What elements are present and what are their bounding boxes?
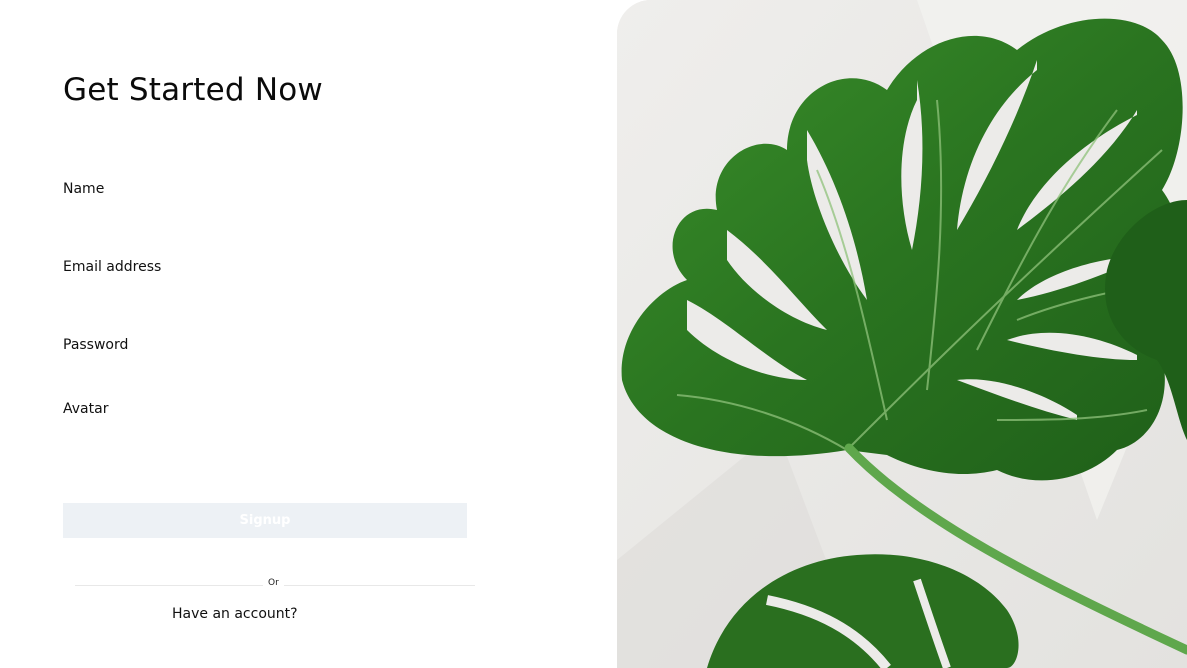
name-label: Name	[63, 181, 105, 197]
monstera-leaf-illustration	[617, 0, 1187, 668]
page-title: Get Started Now	[63, 72, 323, 108]
or-label: Or	[263, 578, 284, 588]
have-account-link[interactable]: Have an account?	[172, 606, 298, 622]
name-input[interactable]	[63, 204, 467, 230]
email-input[interactable]	[63, 282, 467, 308]
password-label: Password	[63, 337, 129, 353]
email-label: Email address	[63, 259, 162, 275]
avatar-label: Avatar	[63, 401, 109, 417]
signup-button[interactable]: Signup	[63, 503, 467, 538]
monstera-leaf-image	[617, 0, 1187, 668]
password-input[interactable]	[63, 360, 467, 386]
signup-panel: Get Started Now Name Email address Passw…	[0, 0, 600, 668]
